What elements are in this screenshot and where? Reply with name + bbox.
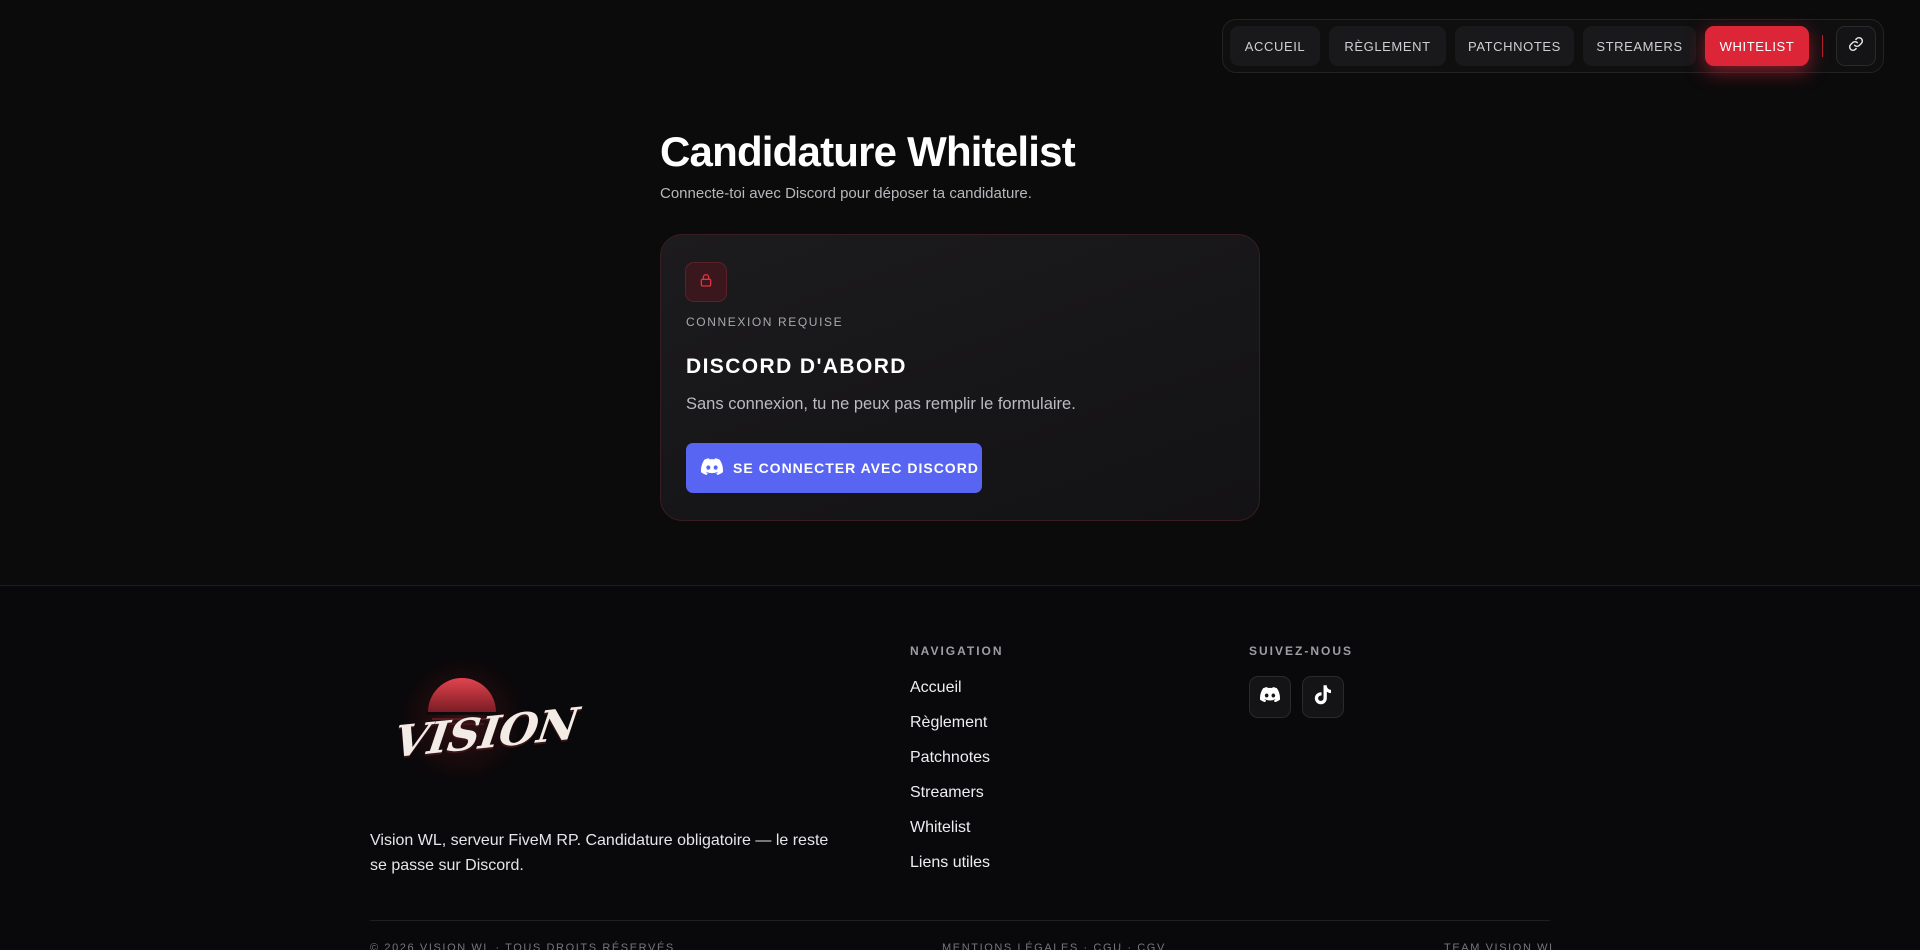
discord-login-label: SE CONNECTER AVEC DISCORD	[733, 460, 979, 476]
lock-badge	[685, 262, 727, 302]
discord-icon	[1260, 687, 1281, 707]
discord-icon	[701, 458, 724, 478]
copyright-text: © 2026 VISION WL · TOUS DROITS RÉSERVÉS	[370, 942, 675, 950]
footer-description: Vision WL, serveur FiveM RP. Candidature…	[370, 832, 829, 874]
discord-login-button[interactable]: SE CONNECTER AVEC DISCORD	[686, 443, 982, 493]
tiktok-social-button[interactable]	[1302, 676, 1344, 718]
login-required-card: CONNEXION REQUISE DISCORD D'ABORD Sans c…	[660, 234, 1260, 521]
nav-item-whitelist[interactable]: WHITELIST	[1705, 26, 1809, 66]
footer-link-accueil[interactable]: Accueil	[910, 676, 990, 711]
page-subtitle: Connecte-toi avec Discord pour déposer t…	[660, 185, 1032, 202]
card-text: Sans connexion, tu ne peux pas remplir l…	[686, 395, 1076, 413]
tiktok-icon	[1314, 684, 1332, 710]
footer-nav-list: Accueil Règlement Patchnotes Streamers W…	[910, 676, 990, 886]
nav-divider	[1822, 35, 1823, 57]
card-heading: DISCORD D'ABORD	[686, 355, 907, 378]
footer-link-reglement[interactable]: Règlement	[910, 711, 990, 746]
footer-link-whitelist[interactable]: Whitelist	[910, 816, 990, 851]
lock-icon	[698, 272, 714, 293]
link-icon	[1848, 36, 1864, 57]
team-credit: TEAM VISION WL	[1444, 942, 1557, 950]
footer-follow-title: SUIVEZ-NOUS	[1249, 644, 1354, 658]
nav-item-accueil[interactable]: ACCUEIL	[1230, 26, 1320, 66]
legal-links[interactable]: MENTIONS LÉGALES · CGU · CGV	[942, 942, 1166, 950]
footer-link-liens-utiles[interactable]: Liens utiles	[910, 851, 990, 886]
nav-item-reglement[interactable]: RÈGLEMENT	[1329, 26, 1446, 66]
links-button[interactable]	[1836, 26, 1876, 66]
nav-item-patchnotes[interactable]: PATCHNOTES	[1455, 26, 1574, 66]
footer-link-patchnotes[interactable]: Patchnotes	[910, 746, 990, 781]
card-eyebrow: CONNEXION REQUISE	[686, 315, 844, 329]
page-title: Candidature Whitelist	[660, 128, 1076, 175]
vision-logo: VISION	[368, 650, 581, 790]
discord-social-button[interactable]	[1249, 676, 1291, 718]
footer-nav-title: NAVIGATION	[910, 644, 1004, 658]
footer-link-streamers[interactable]: Streamers	[910, 781, 990, 816]
footer-divider-bottom	[370, 920, 1550, 921]
nav-item-streamers[interactable]: STREAMERS	[1583, 26, 1696, 66]
top-nav: ACCUEIL RÈGLEMENT PATCHNOTES STREAMERS W…	[1222, 19, 1884, 73]
